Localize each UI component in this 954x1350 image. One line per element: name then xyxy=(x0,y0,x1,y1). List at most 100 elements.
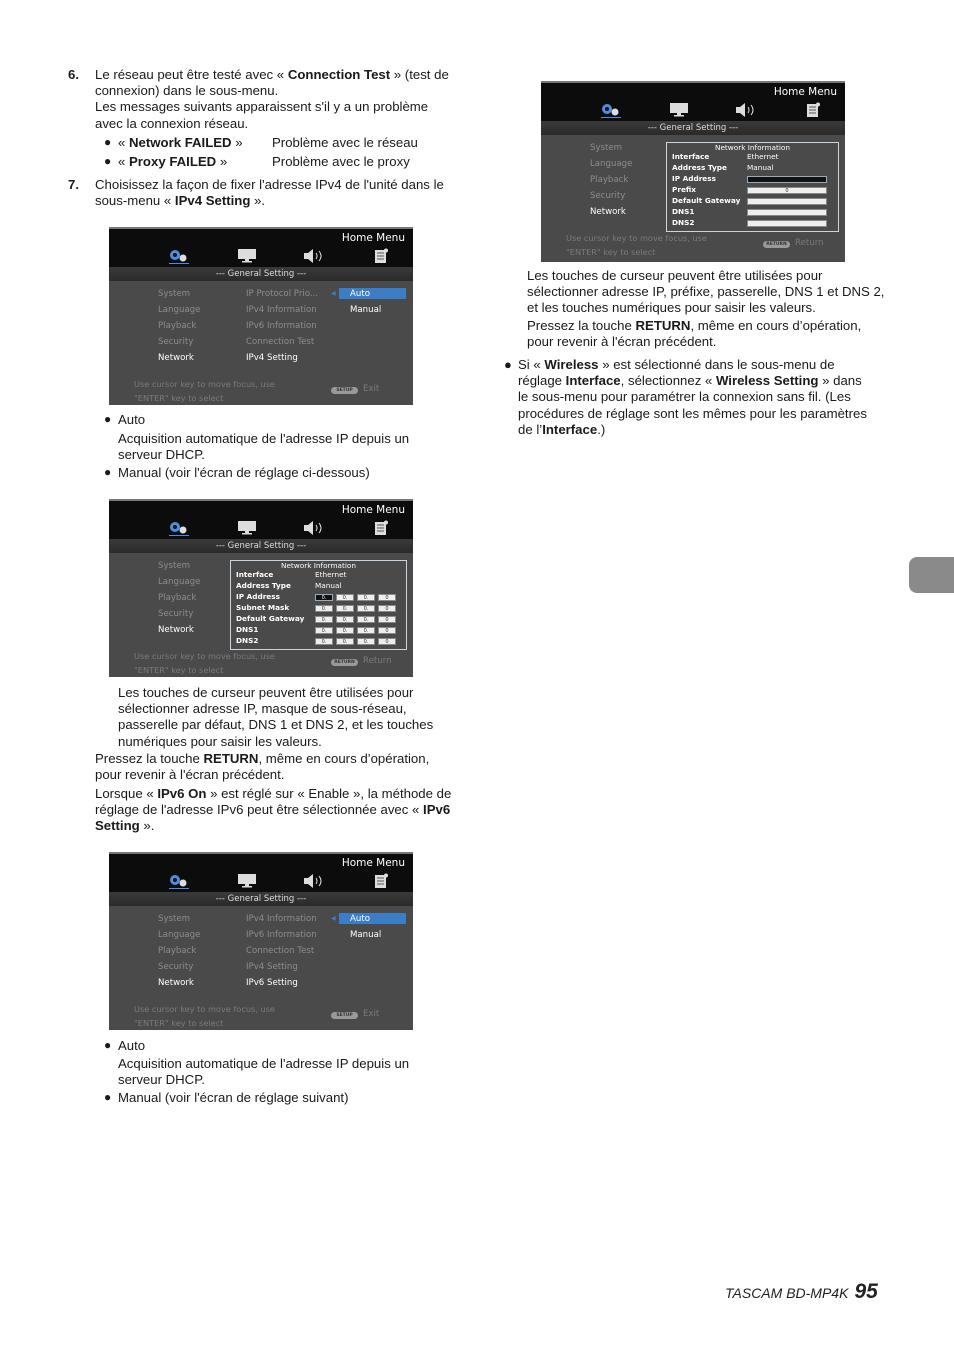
menu-item-system[interactable]: System xyxy=(158,561,190,571)
submenu-item[interactable]: IPv6 Setting xyxy=(246,978,298,988)
hint-text: "ENTER" key to select xyxy=(134,665,224,675)
menu-item-security[interactable]: Security xyxy=(158,337,193,347)
option-auto[interactable]: Auto xyxy=(350,914,370,924)
text-run: serveur DHCP. xyxy=(118,447,205,463)
speaker-icon xyxy=(304,249,322,263)
octet-input[interactable]: 0 xyxy=(378,616,396,623)
address-input[interactable] xyxy=(747,198,827,205)
submenu-item[interactable]: IP Protocol Prio... xyxy=(246,289,318,299)
address-input[interactable] xyxy=(747,220,827,227)
octet-input[interactable]: 0. xyxy=(357,605,375,612)
text-run: serveur DHCP. xyxy=(118,1072,205,1088)
text-run: « xyxy=(118,135,129,150)
octet-input[interactable]: 0. xyxy=(336,627,354,634)
address-input[interactable] xyxy=(747,176,827,183)
text-line: réglage de l'adresse IPv6 peut être séle… xyxy=(95,802,451,818)
network-failed-desc: Problème avec le réseau xyxy=(272,135,418,150)
text-line: et les touches numériques pour saisir le… xyxy=(527,300,884,316)
bold-term: IPv4 Setting xyxy=(174,193,251,209)
option-manual[interactable]: Manual xyxy=(350,930,381,940)
submenu-item[interactable]: Connection Test xyxy=(246,337,314,347)
field-label: IP Address xyxy=(672,174,716,183)
menu-item-network[interactable]: Network xyxy=(158,625,194,635)
menu-item-language[interactable]: Language xyxy=(158,577,200,587)
text-run: connexion) dans le sous-menu. xyxy=(95,83,279,99)
text-line: Les touches de curseur peuvent être util… xyxy=(118,685,433,701)
text-line: Setting ». xyxy=(95,818,451,834)
text-run: Acquisition automatique de l'adresse IP … xyxy=(118,431,410,446)
menu-item-language[interactable]: Language xyxy=(590,159,632,169)
address-input[interactable]: 0 xyxy=(747,187,827,194)
home-menu-title: Home Menu xyxy=(341,857,405,869)
menu-item-language[interactable]: Language xyxy=(158,930,200,940)
menu-item-network[interactable]: Network xyxy=(158,353,194,363)
octet-input[interactable]: 0. xyxy=(357,627,375,634)
octet-input[interactable]: 0 xyxy=(378,605,396,612)
menu-item-playback[interactable]: Playback xyxy=(158,321,196,331)
home-menu-title: Home Menu xyxy=(773,86,837,98)
text-line: procédures de réglage sont les mêmes pou… xyxy=(518,406,867,422)
text-line: pour revenir à l'écran précédent. xyxy=(95,767,429,783)
submenu-item[interactable]: IPv4 Setting xyxy=(246,353,298,363)
octet-input[interactable]: 0. xyxy=(336,605,354,612)
menu-item-system[interactable]: System xyxy=(158,914,190,924)
octet-input[interactable]: 0. xyxy=(357,638,375,645)
text-line: passerelle par défaut, DNS 1 et DNS 2, e… xyxy=(118,717,433,733)
menu-item-playback[interactable]: Playback xyxy=(590,175,628,185)
text-run: .) xyxy=(597,421,606,437)
text-run: de l’ xyxy=(518,421,543,437)
menu-item-security[interactable]: Security xyxy=(158,609,193,619)
submenu-item[interactable]: IPv4 Setting xyxy=(246,962,298,972)
octet-input[interactable]: 0. xyxy=(315,605,333,612)
octet-input[interactable]: 0. xyxy=(315,627,333,634)
key-action-label: Exit xyxy=(363,384,380,394)
text-run: » (test de xyxy=(390,67,449,82)
octet-input[interactable]: 0 xyxy=(378,594,396,601)
menu-item-language[interactable]: Language xyxy=(158,305,200,315)
field-label: Interface xyxy=(236,570,274,579)
menu-item-playback[interactable]: Playback xyxy=(158,593,196,603)
key-action-label: Exit xyxy=(363,1009,380,1019)
field-label: DNS2 xyxy=(672,218,695,227)
submenu-item[interactable]: IPv4 Information xyxy=(246,305,317,315)
key-action-label: Return xyxy=(795,238,824,248)
octet-input[interactable]: 0 xyxy=(378,638,396,645)
menu-item-playback[interactable]: Playback xyxy=(158,946,196,956)
octet-input[interactable]: 0. xyxy=(315,616,333,623)
option-manual[interactable]: Manual xyxy=(350,305,381,315)
octet-input[interactable]: 0. xyxy=(357,616,375,623)
option-auto[interactable]: Auto xyxy=(350,289,370,299)
text-line: Pressez la touche RETURN, même en cours … xyxy=(95,751,429,767)
panel-title: Network Information xyxy=(280,561,357,570)
field-value: Ethernet xyxy=(315,570,347,579)
text-run: , même en cours d’opération, xyxy=(690,318,862,333)
submenu-item[interactable]: IPv4 Information xyxy=(246,914,317,924)
menu-item-security[interactable]: Security xyxy=(590,191,625,201)
octet-input[interactable]: 0. xyxy=(315,594,333,601)
text-run: Lorsque « xyxy=(95,786,158,801)
octet-input[interactable]: 0. xyxy=(336,594,354,601)
document-icon xyxy=(375,873,388,888)
text-run: sélectionner adresse IP, préfixe, passer… xyxy=(527,284,885,300)
submenu-item[interactable]: Connection Test xyxy=(246,946,314,956)
menu-item-network[interactable]: Network xyxy=(590,207,626,217)
menu-item-security[interactable]: Security xyxy=(158,962,193,972)
octet-input[interactable]: 0. xyxy=(336,616,354,623)
proxy-failed-label: « Proxy FAILED » xyxy=(118,154,227,170)
octet-input[interactable]: 0. xyxy=(357,594,375,601)
text-run: Les touches de curseur peuvent être util… xyxy=(527,268,823,283)
text-run: Choisissez la façon de fixer l'adresse I… xyxy=(95,177,444,192)
submenu-item[interactable]: IPv6 Information xyxy=(246,321,317,331)
section-title: --- General Setting --- xyxy=(215,894,307,904)
submenu-item[interactable]: IPv6 Information xyxy=(246,930,317,940)
octet-input[interactable]: 0. xyxy=(336,638,354,645)
octet-input[interactable]: 0. xyxy=(315,638,333,645)
menu-item-system[interactable]: System xyxy=(590,143,622,153)
octet-input[interactable]: 0 xyxy=(378,627,396,634)
address-input[interactable] xyxy=(747,209,827,216)
text-run: Si « xyxy=(518,357,545,372)
bold-term: Interface xyxy=(542,421,598,437)
menu-item-network[interactable]: Network xyxy=(158,978,194,988)
text-run: sélectionner adresse IP, masque de sous-… xyxy=(118,701,407,717)
menu-item-system[interactable]: System xyxy=(158,289,190,299)
